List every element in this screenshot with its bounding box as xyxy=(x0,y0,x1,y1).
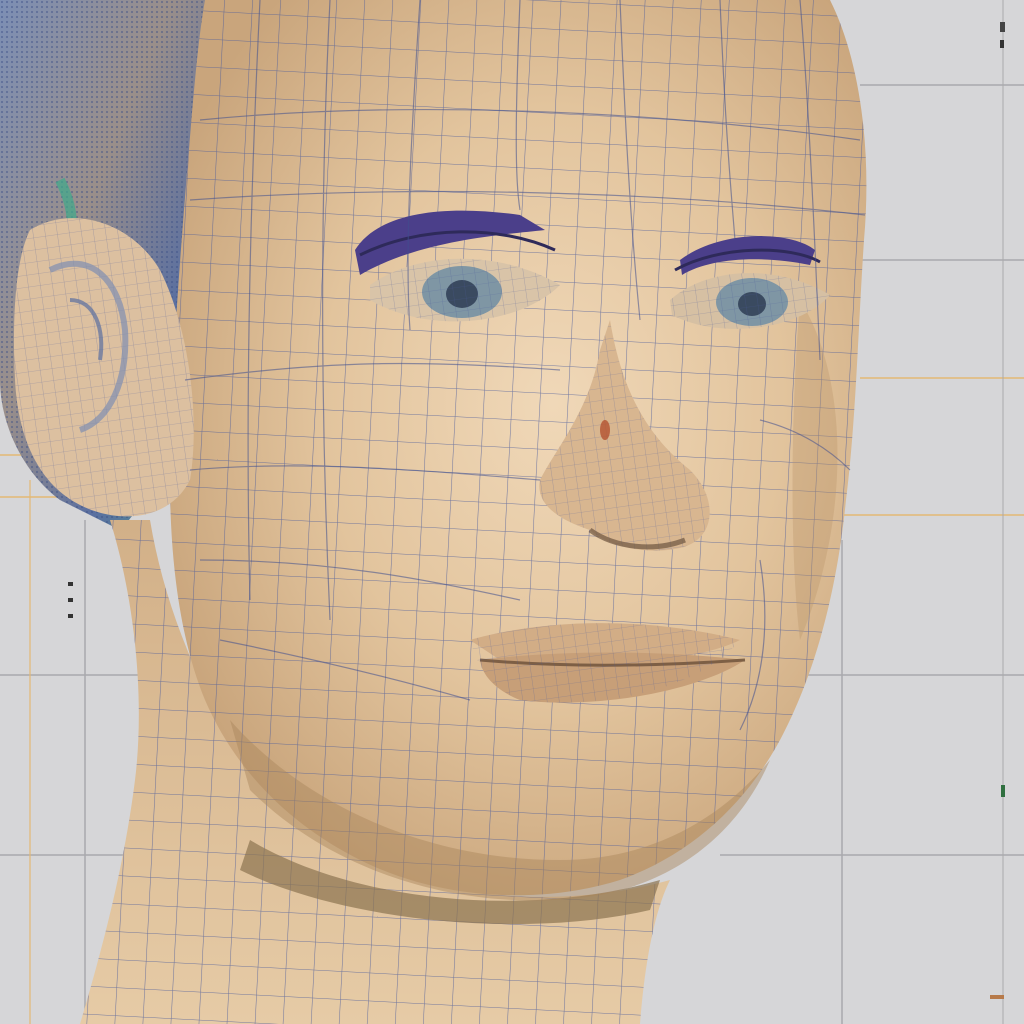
head-render xyxy=(0,0,1024,1024)
viewport xyxy=(0,0,1024,1024)
face xyxy=(170,0,867,901)
